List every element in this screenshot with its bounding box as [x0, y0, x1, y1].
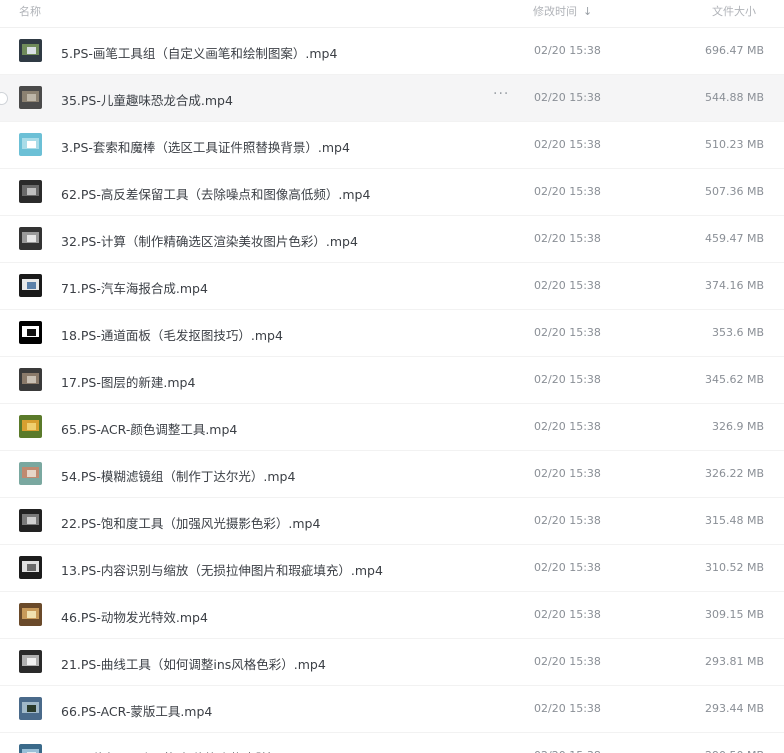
modified-time: 02/20 15:38 [534, 279, 601, 292]
video-thumbnail-icon [19, 697, 42, 720]
file-size: 374.16 MB [704, 279, 764, 292]
column-header-modified-time[interactable]: 修改时间 ↓ [533, 3, 592, 19]
file-row[interactable]: 13.PS-内容识别与缩放（无损拉伸图片和瑕疵填充）.mp4 02/20 15:3… [0, 545, 784, 592]
video-thumbnail-icon [19, 650, 42, 673]
modified-time: 02/20 15:38 [534, 185, 601, 198]
video-thumbnail-icon [19, 603, 42, 626]
file-name[interactable]: 13.PS-内容识别与缩放（无损拉伸图片和瑕疵填充）.mp4 [61, 560, 383, 579]
video-thumbnail-icon [19, 556, 42, 579]
video-thumbnail-icon [19, 227, 42, 250]
video-thumbnail-icon [19, 321, 42, 344]
video-thumbnail-icon [19, 509, 42, 532]
file-name[interactable]: 66.PS-ACR-蒙版工具.mp4 [61, 701, 212, 720]
file-name[interactable]: 5.PS-画笔工具组（自定义画笔和绘制图案）.mp4 [61, 43, 337, 62]
file-name[interactable]: 71.PS-汽车海报合成.mp4 [61, 278, 208, 297]
file-size: 310.52 MB [704, 561, 764, 574]
file-row[interactable]: 22.PS-饱和度工具（加强风光摄影色彩）.mp4 02/20 15:38 315.… [0, 498, 784, 545]
file-row[interactable]: 46.PS-动物发光特效.mp4 02/20 15:38 309.15 MB [0, 592, 784, 639]
video-thumbnail-icon [19, 744, 42, 753]
file-name[interactable]: 22.PS-饱和度工具（加强风光摄影色彩）.mp4 [61, 513, 320, 532]
list-header: 名称 修改时间 ↓ 文件大小 [0, 0, 784, 28]
file-row[interactable]: 18.PS-通道面板（毛发抠图技巧）.mp4 02/20 15:38 353.6 M… [0, 310, 784, 357]
file-size: 544.88 MB [704, 91, 764, 104]
file-row[interactable]: 17.PS-图层的新建.mp4 02/20 15:38 345.62 MB [0, 357, 784, 404]
file-size: 345.62 MB [704, 373, 764, 386]
modified-time: 02/20 15:38 [534, 467, 601, 480]
file-name[interactable]: 54.PS-模糊滤镜组（制作丁达尔光）.mp4 [61, 466, 295, 485]
modified-time: 02/20 15:38 [534, 420, 601, 433]
modified-time: 02/20 15:38 [534, 514, 601, 527]
modified-time: 02/20 15:38 [534, 232, 601, 245]
video-thumbnail-icon [19, 180, 42, 203]
file-name[interactable]: 17.PS-图层的新建.mp4 [61, 372, 195, 391]
video-thumbnail-icon [19, 462, 42, 485]
file-name[interactable]: 4.PS-修复工具组（如何修饰人物皮肤）.mp4 [61, 748, 312, 753]
file-size: 290.50 MB [686, 749, 764, 753]
file-name[interactable]: 65.PS-ACR-颜色调整工具.mp4 [61, 419, 237, 438]
modified-time: 02/20 15:38 [534, 91, 601, 104]
modified-time: 02/20 15:38 [534, 44, 601, 57]
file-row[interactable]: 3.PS-套索和魔棒（选区工具证件照替换背景）.mp4 02/20 15:38 51… [0, 122, 784, 169]
file-row[interactable]: 32.PS-计算（制作精确选区渲染美妆图片色彩）.mp4 02/20 15:38 4… [0, 216, 784, 263]
file-name[interactable]: 18.PS-通道面板（毛发抠图技巧）.mp4 [61, 325, 283, 344]
file-name[interactable]: 62.PS-高反差保留工具（去除噪点和图像高低频）.mp4 [61, 184, 370, 203]
file-name[interactable]: 32.PS-计算（制作精确选区渲染美妆图片色彩）.mp4 [61, 231, 358, 250]
column-header-name[interactable]: 名称 [19, 3, 41, 19]
file-row[interactable]: 71.PS-汽车海报合成.mp4 02/20 15:38 374.16 MB [0, 263, 784, 310]
file-rows: 5.PS-画笔工具组（自定义画笔和绘制图案）.mp4 02/20 15:38 696… [0, 28, 784, 753]
file-size: 309.15 MB [704, 608, 764, 621]
file-name[interactable]: 3.PS-套索和魔棒（选区工具证件照替换背景）.mp4 [61, 137, 350, 156]
modified-time: 02/20 15:38 [534, 326, 601, 339]
file-row[interactable]: 35.PS-儿童趣味恐龙合成.mp4 ··· 02/20 15:38 544.88 M… [0, 75, 784, 122]
video-thumbnail-icon [19, 274, 42, 297]
file-size: 507.36 MB [704, 185, 764, 198]
modified-time: 02/20 15:38 [534, 138, 601, 151]
video-thumbnail-icon [19, 415, 42, 438]
file-size: 353.6 MB [711, 326, 764, 339]
modified-time: 02/20 15:38 [534, 608, 601, 621]
file-size: 293.44 MB [704, 702, 764, 715]
file-size: 696.47 MB [704, 44, 764, 57]
sort-descending-icon[interactable]: ↓ [583, 5, 592, 18]
file-row[interactable]: 5.PS-画笔工具组（自定义画笔和绘制图案）.mp4 02/20 15:38 696… [0, 28, 784, 75]
file-row[interactable]: 65.PS-ACR-颜色调整工具.mp4 02/20 15:38 326.9 MB [0, 404, 784, 451]
video-thumbnail-icon [19, 86, 42, 109]
column-header-file-size[interactable]: 文件大小 [712, 3, 756, 19]
modified-time: 02/20 15:38 [534, 655, 601, 668]
file-name[interactable]: 46.PS-动物发光特效.mp4 [61, 607, 208, 626]
file-size: 326.22 MB [704, 467, 764, 480]
file-row[interactable]: 54.PS-模糊滤镜组（制作丁达尔光）.mp4 02/20 15:38 326.22… [0, 451, 784, 498]
file-row[interactable]: 62.PS-高反差保留工具（去除噪点和图像高低频）.mp4 02/20 15:38… [0, 169, 784, 216]
video-thumbnail-icon [19, 368, 42, 391]
file-size: 326.9 MB [711, 420, 764, 433]
column-header-modified-time-label: 修改时间 [533, 5, 577, 18]
file-size: 315.48 MB [704, 514, 764, 527]
modified-time: 02/20 15:38 [534, 749, 601, 753]
file-size: 293.81 MB [704, 655, 764, 668]
file-list: 名称 修改时间 ↓ 文件大小 5.PS-画笔工具组（自定义画笔和绘制图案）.mp… [0, 0, 784, 753]
file-row[interactable]: 4.PS-修复工具组（如何修饰人物皮肤）.mp4 02/20 15:38 290.5… [0, 733, 784, 753]
video-thumbnail-icon [19, 39, 42, 62]
file-row[interactable]: 21.PS-曲线工具（如何调整ins风格色彩）.mp4 02/20 15:38 29… [0, 639, 784, 686]
modified-time: 02/20 15:38 [534, 373, 601, 386]
video-thumbnail-icon [19, 133, 42, 156]
file-name[interactable]: 21.PS-曲线工具（如何调整ins风格色彩）.mp4 [61, 654, 326, 673]
row-select-checkbox[interactable] [0, 92, 8, 105]
file-name[interactable]: 35.PS-儿童趣味恐龙合成.mp4 [61, 90, 233, 109]
more-options-icon[interactable]: ··· [493, 86, 509, 102]
file-size: 459.47 MB [704, 232, 764, 245]
file-size: 510.23 MB [704, 138, 764, 151]
modified-time: 02/20 15:38 [534, 702, 601, 715]
modified-time: 02/20 15:38 [534, 561, 601, 574]
file-row[interactable]: 66.PS-ACR-蒙版工具.mp4 02/20 15:38 293.44 MB [0, 686, 784, 733]
